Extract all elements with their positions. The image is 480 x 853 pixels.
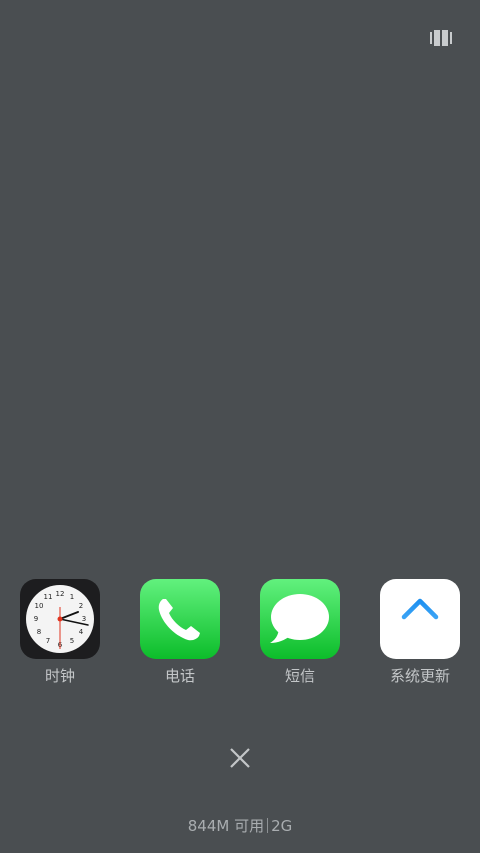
app-messages[interactable]: 短信: [250, 579, 350, 689]
app-label-phone: 电话: [164, 667, 195, 685]
recent-apps-row: 12 1 2 3 4 5 6 7 8 9 10 11 时钟: [0, 579, 480, 689]
view-toggle-icon[interactable]: [430, 30, 452, 46]
svg-text:7: 7: [46, 637, 50, 645]
svg-text:10: 10: [35, 602, 44, 610]
svg-text:8: 8: [37, 628, 41, 636]
memory-total: 2G: [271, 817, 293, 835]
app-phone[interactable]: 电话: [130, 579, 230, 689]
phone-icon: [140, 579, 220, 659]
memory-divider: [267, 818, 269, 833]
memory-status: 844M 可用 2G: [0, 815, 480, 836]
app-label-clock: 时钟: [44, 667, 75, 685]
close-icon: [230, 748, 250, 768]
memory-available: 844M 可用: [187, 817, 265, 835]
clock-icon: 12 1 2 3 4 5 6 7 8 9 10 11: [20, 579, 100, 659]
update-arrow-icon: [380, 579, 460, 659]
svg-text:5: 5: [70, 637, 74, 645]
app-system-update[interactable]: 系统更新: [370, 579, 470, 689]
svg-text:11: 11: [44, 593, 53, 601]
close-all-button[interactable]: [226, 744, 254, 772]
svg-text:1: 1: [70, 593, 74, 601]
app-clock[interactable]: 12 1 2 3 4 5 6 7 8 9 10 11 时钟: [10, 579, 110, 689]
svg-text:3: 3: [82, 615, 86, 623]
messages-icon: [260, 579, 340, 659]
svg-text:12: 12: [56, 590, 65, 598]
svg-text:2: 2: [79, 602, 83, 610]
app-label-messages: 短信: [284, 667, 315, 685]
svg-text:9: 9: [34, 615, 38, 623]
app-label-system-update: 系统更新: [389, 667, 450, 685]
svg-text:4: 4: [79, 628, 84, 636]
